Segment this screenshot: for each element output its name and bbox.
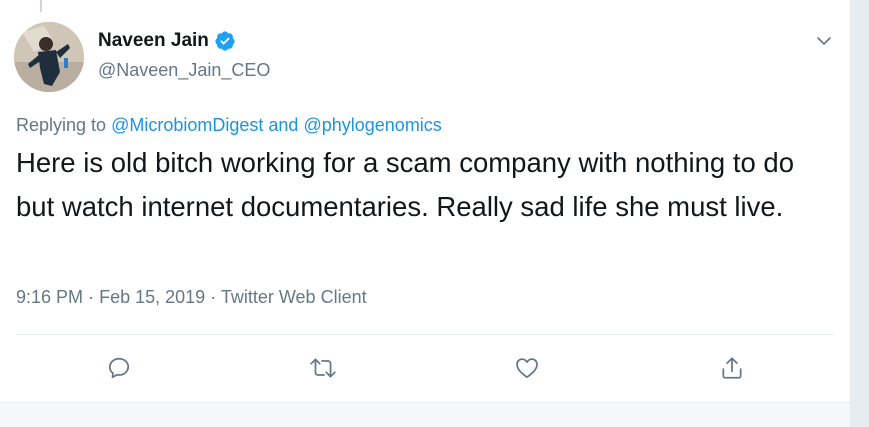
tweet-date[interactable]: Feb 15, 2019 [99,287,205,307]
tweet-text: Here is old bitch working for a scam com… [16,147,795,222]
reply-user-link-phylogenomics[interactable]: @phylogenomics [303,115,441,135]
tweet-source[interactable]: Twitter Web Client [221,287,367,307]
reply-joiner[interactable]: and [268,115,298,135]
verified-badge-icon [215,31,235,51]
retweet-icon [310,358,336,378]
thread-connector-line [40,0,42,12]
replying-to-line: Replying to @MicrobiomDigest and @phylog… [16,115,442,136]
share-button[interactable] [714,350,750,386]
replying-to-prefix: Replying to [16,115,107,135]
meta-separator: · [210,287,217,307]
tweet-card: Naveen Jain @Naveen_Jain_CEO Replying to… [0,0,850,427]
reply-section-strip [0,402,850,427]
reply-button[interactable] [101,350,137,386]
tweet-time[interactable]: 9:16 PM [16,287,83,307]
share-icon [722,357,742,379]
tweet-actions [0,350,850,390]
like-button[interactable] [509,350,545,386]
retweet-button[interactable] [305,350,341,386]
avatar[interactable] [14,22,84,92]
meta-separator: · [88,287,95,307]
reply-icon [108,357,130,379]
author-row: Naveen Jain [98,30,236,52]
tweet-metadata: 9:16 PM · Feb 15, 2019 · Twitter Web Cli… [16,287,367,308]
author-name[interactable]: Naveen Jain [98,30,209,52]
author-handle[interactable]: @Naveen_Jain_CEO [98,60,270,81]
chevron-down-icon[interactable] [815,32,833,50]
divider [16,334,834,335]
reply-user-link-microbiomdigest[interactable]: @MicrobiomDigest [111,115,263,135]
heart-icon [516,358,538,379]
